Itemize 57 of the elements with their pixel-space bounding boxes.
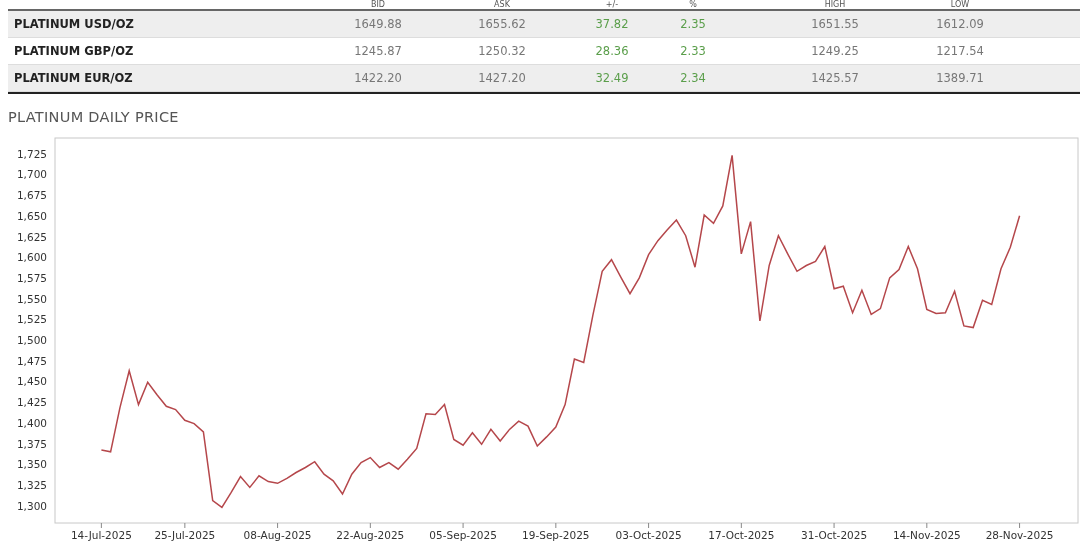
y-tick-label: 1,575 xyxy=(16,271,47,284)
instrument-name: PLATINUM USD/OZ xyxy=(13,17,135,31)
y-tick-label: 1,350 xyxy=(16,458,47,471)
table-cell-text: 1389.71 xyxy=(935,71,985,85)
y-tick-label: 1,500 xyxy=(16,334,47,346)
x-tick-label: 31-Oct-2025 xyxy=(801,529,868,541)
table-cell-text: 1425.57 xyxy=(810,71,860,85)
table-cell-text: 1217.54 xyxy=(935,44,985,58)
y-tick-label: 1,625 xyxy=(16,230,47,243)
table-cell-text: 1655.62 xyxy=(477,17,527,31)
y-tick-label: 1,450 xyxy=(16,375,47,388)
instrument-name: PLATINUM GBP/OZ xyxy=(13,44,135,58)
column-header: LOW xyxy=(949,0,971,9)
y-tick-label: 1,525 xyxy=(16,313,47,326)
y-tick-label: 1,675 xyxy=(16,189,47,202)
column-header: BID xyxy=(370,0,386,9)
table-cell-text: 1649.88 xyxy=(353,17,403,31)
table-cell-text: 1249.25 xyxy=(810,44,860,58)
table-cell-text: 1250.32 xyxy=(477,44,527,58)
y-tick-label: 1,325 xyxy=(16,478,47,491)
table-cell-text: 32.49 xyxy=(594,71,630,85)
table-cell-text: 1612.09 xyxy=(935,17,985,31)
x-tick-label: 28-Nov-2025 xyxy=(985,529,1054,541)
table-cell-text: 1245.87 xyxy=(353,44,403,58)
y-tick-label: 1,425 xyxy=(16,396,47,409)
column-header: HIGH xyxy=(823,0,847,9)
x-tick-label: 22-Aug-2025 xyxy=(336,529,405,541)
table-cell-text: 2.33 xyxy=(679,44,707,58)
x-tick-label: 08-Aug-2025 xyxy=(243,529,312,541)
x-tick-label: 14-Jul-2025 xyxy=(70,529,132,541)
column-header: ASK xyxy=(493,0,511,9)
y-tick-label: 1,475 xyxy=(16,354,47,367)
table-cell-text: 1427.20 xyxy=(477,71,527,85)
table-cell-text: 37.82 xyxy=(594,17,630,31)
y-tick-label: 1,550 xyxy=(16,292,47,305)
x-tick-label: 14-Nov-2025 xyxy=(892,529,961,541)
x-tick-label: 19-Sep-2025 xyxy=(522,529,590,541)
y-tick-label: 1,600 xyxy=(16,251,47,264)
y-tick-label: 1,725 xyxy=(16,147,47,160)
y-tick-label: 1,650 xyxy=(16,209,47,222)
y-tick-label: 1,700 xyxy=(16,168,47,181)
table-cell-text: 1651.55 xyxy=(810,17,860,31)
instrument-name: PLATINUM EUR/OZ xyxy=(13,71,134,85)
x-tick-label: 17-Oct-2025 xyxy=(708,529,775,541)
y-tick-label: 1,300 xyxy=(16,499,47,512)
y-tick-label: 1,375 xyxy=(16,437,47,450)
table-cell-text: 2.35 xyxy=(679,17,707,31)
x-tick-label: 25-Jul-2025 xyxy=(154,529,216,541)
table-cell-text: 1422.20 xyxy=(353,71,403,85)
table-cell-text: 28.36 xyxy=(594,44,630,58)
x-tick-label: 03-Oct-2025 xyxy=(615,529,682,541)
y-tick-label: 1,400 xyxy=(16,416,47,429)
table-cell-text: 2.34 xyxy=(679,71,707,85)
chart-title: PLATINUM DAILY PRICE xyxy=(7,108,180,127)
column-header: +/- xyxy=(604,0,620,9)
x-tick-label: 05-Sep-2025 xyxy=(429,529,497,541)
column-header: % xyxy=(688,0,698,9)
